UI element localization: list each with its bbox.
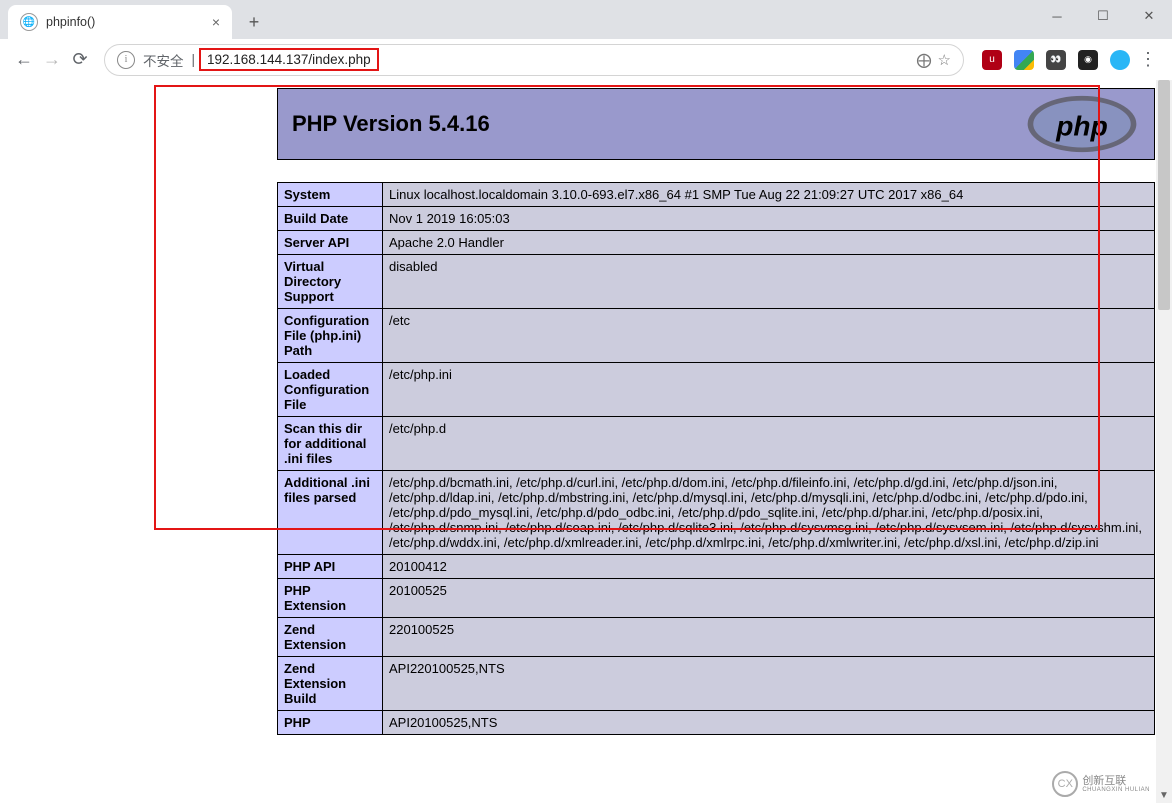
row-key: Zend Extension Build <box>278 657 383 711</box>
row-value: /etc/php.d <box>383 417 1155 471</box>
scrollbar-thumb[interactable] <box>1158 80 1170 310</box>
row-value: API20100525,NTS <box>383 711 1155 735</box>
svg-text:php: php <box>1055 110 1108 141</box>
tab-title: phpinfo() <box>46 15 95 29</box>
forward-button[interactable]: → <box>38 46 66 74</box>
row-value: /etc <box>383 309 1155 363</box>
table-row: Additional .ini files parsed/etc/php.d/b… <box>278 471 1155 555</box>
page-viewport: PHP Version 5.4.16 php SystemLinux local… <box>0 80 1172 803</box>
row-value: 20100412 <box>383 555 1155 579</box>
new-tab-button[interactable]: + <box>240 8 268 36</box>
translate-icon[interactable]: ⨁ <box>917 51 932 69</box>
browser-toolbar: ← → ⟳ i 不安全 | 192.168.144.137/index.php … <box>0 39 1172 81</box>
phpinfo-page: PHP Version 5.4.16 php SystemLinux local… <box>277 80 1155 735</box>
row-key: System <box>278 183 383 207</box>
table-row: Server APIApache 2.0 Handler <box>278 231 1155 255</box>
table-row: PHP API20100412 <box>278 555 1155 579</box>
phpinfo-table: SystemLinux localhost.localdomain 3.10.0… <box>277 182 1155 735</box>
row-value: Apache 2.0 Handler <box>383 231 1155 255</box>
url-text: 192.168.144.137/index.php <box>199 48 379 71</box>
php-version-title: PHP Version 5.4.16 <box>292 111 1024 137</box>
row-value: disabled <box>383 255 1155 309</box>
row-key: Zend Extension <box>278 618 383 657</box>
ext-google[interactable] <box>1010 46 1038 74</box>
menu-button[interactable]: ⋮ <box>1134 46 1162 74</box>
site-info-icon[interactable]: i <box>117 51 135 69</box>
table-row: PHP Extension20100525 <box>278 579 1155 618</box>
row-key: Build Date <box>278 207 383 231</box>
table-row: Virtual Directory Supportdisabled <box>278 255 1155 309</box>
ext-camera[interactable]: ◉ <box>1074 46 1102 74</box>
phpinfo-header: PHP Version 5.4.16 php <box>277 88 1155 160</box>
row-key: Loaded Configuration File <box>278 363 383 417</box>
table-row: Scan this dir for additional .ini files/… <box>278 417 1155 471</box>
row-value: API220100525,NTS <box>383 657 1155 711</box>
ext-ublock[interactable]: u <box>978 46 1006 74</box>
row-key: PHP <box>278 711 383 735</box>
vertical-scrollbar[interactable]: ▼ <box>1156 80 1172 803</box>
tab-phpinfo[interactable]: 🌐 phpinfo() × <box>8 5 232 39</box>
window-controls: ─ ☐ ✕ <box>1034 0 1172 32</box>
watermark-text: 创新互联 <box>1082 776 1150 787</box>
row-value: Nov 1 2019 16:05:03 <box>383 207 1155 231</box>
row-value: Linux localhost.localdomain 3.10.0-693.e… <box>383 183 1155 207</box>
back-button[interactable]: ← <box>10 46 38 74</box>
php-logo: php <box>1024 94 1140 154</box>
table-row: Zend Extension BuildAPI220100525,NTS <box>278 657 1155 711</box>
row-value: 20100525 <box>383 579 1155 618</box>
row-key: Additional .ini files parsed <box>278 471 383 555</box>
address-bar[interactable]: i 不安全 | 192.168.144.137/index.php ⨁ ☆ <box>104 44 964 76</box>
watermark-sub: CHUANGXIN HULIAN <box>1082 787 1150 793</box>
table-row: PHPAPI20100525,NTS <box>278 711 1155 735</box>
row-key: Scan this dir for additional .ini files <box>278 417 383 471</box>
tab-strip: 🌐 phpinfo() × + <box>0 0 1172 39</box>
row-value: /etc/php.d/bcmath.ini, /etc/php.d/curl.i… <box>383 471 1155 555</box>
ext-incognito[interactable]: 👀 <box>1042 46 1070 74</box>
scroll-down-icon[interactable]: ▼ <box>1156 787 1172 803</box>
row-key: Server API <box>278 231 383 255</box>
row-key: Virtual Directory Support <box>278 255 383 309</box>
row-value: 220100525 <box>383 618 1155 657</box>
ext-blue[interactable] <box>1106 46 1134 74</box>
row-key: PHP API <box>278 555 383 579</box>
row-key: Configuration File (php.ini) Path <box>278 309 383 363</box>
table-row: Loaded Configuration File/etc/php.ini <box>278 363 1155 417</box>
table-row: Configuration File (php.ini) Path/etc <box>278 309 1155 363</box>
maximize-button[interactable]: ☐ <box>1080 0 1126 32</box>
row-value: /etc/php.ini <box>383 363 1155 417</box>
reload-button[interactable]: ⟳ <box>66 46 94 74</box>
table-row: Zend Extension220100525 <box>278 618 1155 657</box>
minimize-button[interactable]: ─ <box>1034 0 1080 32</box>
watermark-icon: CX <box>1052 771 1078 797</box>
table-row: Build DateNov 1 2019 16:05:03 <box>278 207 1155 231</box>
close-window-button[interactable]: ✕ <box>1126 0 1172 32</box>
globe-icon: 🌐 <box>20 13 38 31</box>
bookmark-star-icon[interactable]: ☆ <box>938 51 951 69</box>
watermark: CX 创新互联 CHUANGXIN HULIAN <box>1052 771 1150 797</box>
row-key: PHP Extension <box>278 579 383 618</box>
close-tab-icon[interactable]: × <box>212 14 220 30</box>
not-secure-label: 不安全 <box>143 50 184 70</box>
table-row: SystemLinux localhost.localdomain 3.10.0… <box>278 183 1155 207</box>
separator: | <box>192 52 196 67</box>
